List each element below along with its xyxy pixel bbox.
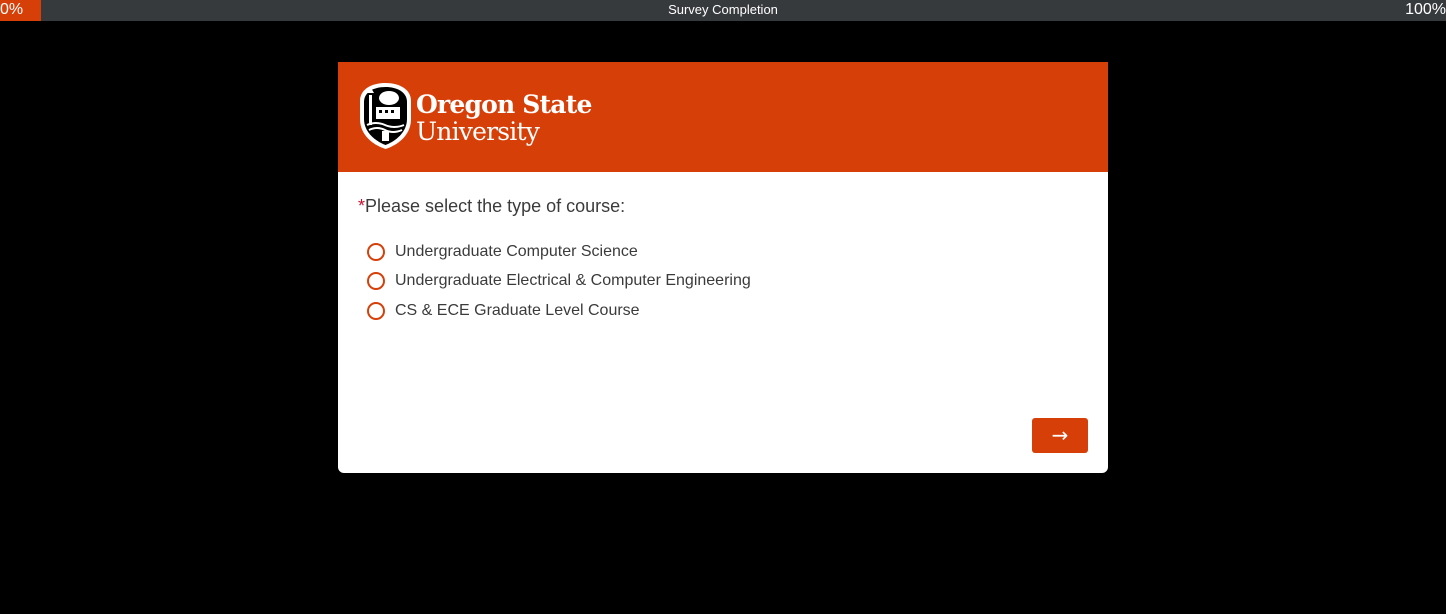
survey-card: Oregon State University *Please select t… xyxy=(338,62,1108,473)
option-label: Undergraduate Computer Science xyxy=(395,242,638,260)
option-label: Undergraduate Electrical & Computer Engi… xyxy=(395,272,751,290)
radio-button[interactable] xyxy=(367,301,385,320)
course-type-options: Undergraduate Computer Science Undergrad… xyxy=(367,237,751,326)
logo-line-1: Oregon State xyxy=(416,90,592,119)
logo-line-2: University xyxy=(416,117,540,146)
next-button[interactable]: → xyxy=(1032,418,1088,453)
question-label: Please select the type of course: xyxy=(365,196,626,216)
survey-header: Oregon State University xyxy=(338,62,1108,172)
osu-wordmark: Oregon State University xyxy=(416,91,592,145)
radio-button[interactable] xyxy=(367,272,385,291)
required-asterisk: * xyxy=(358,196,366,216)
option-undergrad-ece[interactable]: Undergraduate Electrical & Computer Engi… xyxy=(367,267,751,297)
question-text: *Please select the type of course: xyxy=(358,196,625,217)
progress-end-label: 100% xyxy=(1405,1,1446,18)
osu-logo: Oregon State University xyxy=(358,81,592,151)
radio-button[interactable] xyxy=(367,242,385,261)
progress-bar: 0% Survey Completion 100% xyxy=(0,0,1446,21)
progress-title: Survey Completion xyxy=(668,2,778,17)
option-label: CS & ECE Graduate Level Course xyxy=(395,301,640,319)
option-graduate-course[interactable]: CS & ECE Graduate Level Course xyxy=(367,296,751,326)
option-undergrad-cs[interactable]: Undergraduate Computer Science xyxy=(367,237,751,267)
osu-seal-icon xyxy=(360,83,411,149)
